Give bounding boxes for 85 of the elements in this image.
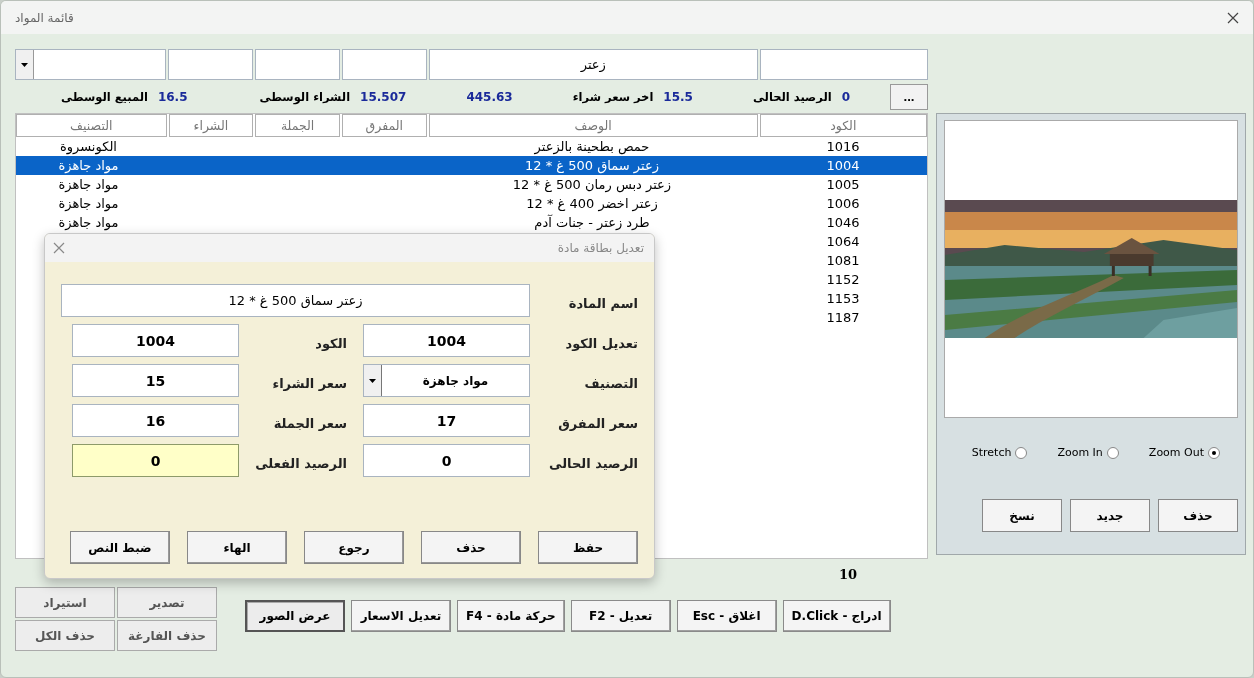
summary-label: المبيع الوسطى [61, 89, 148, 104]
more-button[interactable]: ... [890, 83, 928, 110]
dialog-title: تعديل بطاقة مادة [557, 241, 644, 255]
input-field[interactable]: 1004 [363, 324, 530, 357]
category-cell: مواد جاهزة [58, 158, 119, 173]
summary-value: 0 [841, 89, 850, 104]
category-cell: الكونسروة [60, 139, 117, 154]
dialog-button[interactable]: ضبط النص [70, 531, 170, 564]
dialog-button[interactable]: حفظ [538, 531, 638, 564]
category-cell: مواد جاهزة [58, 215, 119, 230]
action-button[interactable]: عرض الصور [245, 600, 345, 632]
field-label: الرصيد الفعلى [254, 455, 347, 471]
tool-button[interactable]: تصدير [117, 587, 217, 618]
code-cell-text: 1016 [825, 139, 861, 154]
input-field[interactable]: 0 [363, 444, 530, 477]
description-filter-field[interactable]: زعتر [428, 49, 758, 80]
category-filter-dropdown[interactable] [15, 49, 166, 80]
input-field[interactable]: 16 [72, 404, 239, 437]
zoom-radio[interactable]: Zoom In [1057, 446, 1119, 459]
code-cell-text: 1004 [825, 158, 861, 173]
window-title: قائمة المواد [15, 10, 74, 25]
code-cell-text: 1006 [825, 196, 861, 211]
field-label: التصنيف [583, 375, 638, 391]
action-button[interactable]: اغلاق - Esc [676, 600, 777, 632]
close-icon[interactable] [1227, 11, 1239, 24]
column-header[interactable]: المفرق [341, 114, 427, 137]
column-header[interactable]: الوصف [428, 114, 758, 137]
column-header[interactable]: الشراء [168, 114, 254, 137]
field-label: سعر الشراء [271, 375, 347, 391]
input-field[interactable]: زعتر سماق 500 غ * 12 [61, 284, 530, 317]
input-field[interactable]: 1004 [72, 324, 239, 357]
description-cell: زعتر سماق 500 غ * 12 [525, 158, 659, 173]
image-button[interactable]: جديد [1070, 499, 1150, 532]
input-field[interactable]: 15 [72, 364, 239, 397]
dropdown-arrow-icon [21, 62, 28, 67]
image-button[interactable]: نسخ [982, 499, 1062, 532]
dialog-button[interactable]: حذف [421, 531, 521, 564]
code-cell-text: 1005 [825, 177, 861, 192]
code-cell-text: 1152 [825, 272, 861, 287]
summary-label: اخر سعر شراء [572, 89, 654, 104]
column-header[interactable]: الكود [759, 114, 927, 137]
summary-value: 445.63 [466, 89, 513, 104]
image-button[interactable]: حذف [1158, 499, 1238, 532]
action-button[interactable]: حركة مادة - F4 [457, 600, 565, 632]
code-cell-text: 1081 [825, 253, 861, 268]
input-field[interactable]: 17 [363, 404, 530, 437]
category-dropdown[interactable]: مواد جاهزة [363, 364, 530, 397]
field-label: سعر الجملة [272, 415, 347, 431]
description-cell: زعتر اخضر 400 غ * 12 [526, 196, 658, 211]
purchase-filter-field[interactable] [167, 49, 253, 80]
action-button[interactable]: تعديل الاسعار [351, 600, 451, 632]
input-field[interactable]: 0 [72, 444, 239, 477]
action-button[interactable]: ادراج - D.Click [782, 600, 891, 632]
description-cell: حمص بطحينة بالزعتر [534, 139, 650, 154]
tool-button[interactable]: استيراد [15, 587, 115, 618]
summary-value: 15.5 [663, 89, 693, 104]
dropdown-arrow-icon [369, 378, 376, 383]
category-cell: مواد جاهزة [58, 196, 119, 211]
column-header[interactable]: الجملة [255, 114, 340, 137]
column-header[interactable]: التصنيف [16, 114, 167, 137]
action-button[interactable]: تعديل - F2 [570, 600, 671, 632]
description-cell: طرد زعتر - جنات آدم [534, 215, 650, 230]
field-label: الرصيد الحالى [548, 455, 638, 471]
summary-value: 15.507 [360, 89, 407, 104]
code-cell-text: 1187 [825, 310, 861, 325]
summary-value: 16.5 [157, 89, 188, 104]
code-filter-field[interactable] [760, 49, 928, 80]
zoom-radio[interactable]: Zoom Out [1148, 446, 1220, 459]
summary-label: الرصيد الحالى [752, 89, 832, 104]
code-cell-text: 1046 [825, 215, 861, 230]
wholesale-filter-field[interactable] [254, 49, 340, 80]
retail-filter-field[interactable] [341, 49, 427, 80]
field-label: الكود [314, 335, 347, 351]
description-cell: زعتر دبس رمان 500 غ * 12 [512, 177, 672, 192]
dialog-button[interactable]: رجوع [304, 531, 404, 564]
tool-button[interactable]: حذف الفارغة [117, 620, 217, 651]
field-label: تعديل الكود [564, 335, 638, 351]
summary-label: الشراء الوسطى [259, 89, 351, 104]
zoom-radio[interactable]: Stretch [971, 446, 1028, 459]
dialog-button[interactable]: الهاء [187, 531, 287, 564]
field-label: سعر المفرق [557, 415, 638, 431]
tool-button[interactable]: حذف الكل [15, 620, 115, 651]
category-cell: مواد جاهزة [58, 177, 119, 192]
record-count: 10 [839, 566, 858, 582]
field-label: اسم المادة [567, 295, 638, 311]
